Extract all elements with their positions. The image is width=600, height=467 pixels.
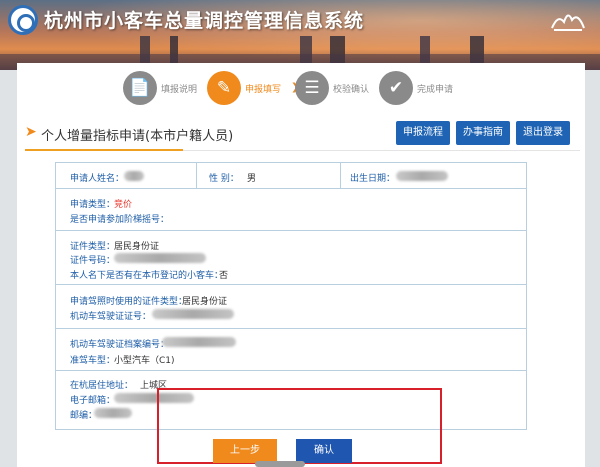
logout-button[interactable]: 退出登录 (516, 121, 570, 145)
system-title: 杭州市小客车总量调控管理信息系统 (44, 10, 365, 32)
gender-label: 性 别： (209, 174, 239, 184)
section-header: ➤ 个人增量指标申请(本市户籍人员) 申报流程 办事指南 退出登录 (25, 117, 580, 151)
scroll-handle[interactable] (255, 461, 305, 467)
id-type-label: 证件类型： (70, 242, 116, 252)
guide-button[interactable]: 办事指南 (456, 121, 510, 145)
form-row-archive: 机动车驾驶证档案编号： 准驾车型： 小型汽车（C1) (56, 329, 526, 371)
vehicle-class-label: 准驾车型： (70, 356, 116, 366)
id-number-value (114, 253, 206, 263)
car-registered-value: 否 (219, 271, 229, 281)
step-label: 填报说明 (161, 85, 198, 95)
step-label: 申报填写 (245, 85, 282, 95)
residence-district-label: 在杭居住地址： (70, 381, 134, 391)
edit-icon: ✎ (207, 71, 241, 105)
process-button[interactable]: 申报流程 (396, 121, 450, 145)
caret-right-icon: ➤ (25, 124, 37, 140)
applicant-name-label: 申请人姓名： (70, 174, 125, 184)
apply-type-value: 竞价 (114, 200, 133, 210)
license-number-label: 机动车驾驶证证号： (70, 312, 152, 322)
header-banner: 杭州市小客车总量调控管理信息系统 (0, 0, 600, 70)
city-emblem-icon (551, 14, 585, 31)
document-icon: 📄 (123, 71, 157, 105)
license-id-type-label: 申请驾照时使用的证件类型： (70, 297, 188, 307)
step-progress: 📄 填报说明 ❯ ✎ 申报填写 ❯ ☰ 校验确认 ❯ ✔ 完成申请 (17, 63, 585, 113)
prev-step-button[interactable]: 上一步 (213, 439, 277, 463)
license-number-value (152, 309, 234, 319)
id-type-value: 居民身份证 (114, 242, 160, 252)
license-id-type-value: 居民身份证 (182, 297, 228, 307)
form-row-basic: 申请人姓名： 性 别： 男 出生日期： (56, 163, 526, 189)
archive-number-label: 机动车驾驶证档案编号： (70, 340, 170, 350)
id-number-label: 证件号码： (70, 256, 116, 266)
main-card: 📄 填报说明 ❯ ✎ 申报填写 ❯ ☰ 校验确认 ❯ ✔ 完成申请 ➤ 个人增量… (17, 63, 585, 467)
postcode-label: 邮编： (70, 411, 98, 421)
step-label: 完成申请 (417, 85, 454, 95)
postcode-value (94, 408, 132, 418)
birth-date-value (396, 171, 448, 181)
form-row-license: 申请驾照时使用的证件类型： 居民身份证 机动车驾驶证证号： (56, 285, 526, 329)
page-title: 个人增量指标申请(本市户籍人员) (41, 129, 234, 144)
gender-value: 男 (247, 174, 257, 184)
chat-icon: ☰ (295, 71, 329, 105)
applicant-name-value (124, 171, 144, 181)
system-logo-icon (8, 5, 38, 35)
archive-number-value (162, 337, 236, 347)
step-label: 校验确认 (333, 85, 370, 95)
check-icon: ✔ (379, 71, 413, 105)
vehicle-class-value: 小型汽车（C1) (114, 356, 175, 366)
ladder-lottery-label: 是否申请参加阶梯摇号： (70, 215, 170, 225)
birth-date-label: 出生日期： (350, 174, 396, 184)
form-row-id: 证件类型： 居民身份证 证件号码： 本人名下是否有在本市登记的小客车： 否 (56, 231, 526, 285)
car-registered-label: 本人名下是否有在本市登记的小客车： (70, 271, 224, 281)
form-row-apply-type: 申请类型： 竞价 是否申请参加阶梯摇号： (56, 189, 526, 231)
email-label: 电子邮箱： (70, 396, 116, 406)
confirm-button[interactable]: 确认 (296, 439, 352, 463)
apply-type-label: 申请类型： (70, 200, 116, 210)
